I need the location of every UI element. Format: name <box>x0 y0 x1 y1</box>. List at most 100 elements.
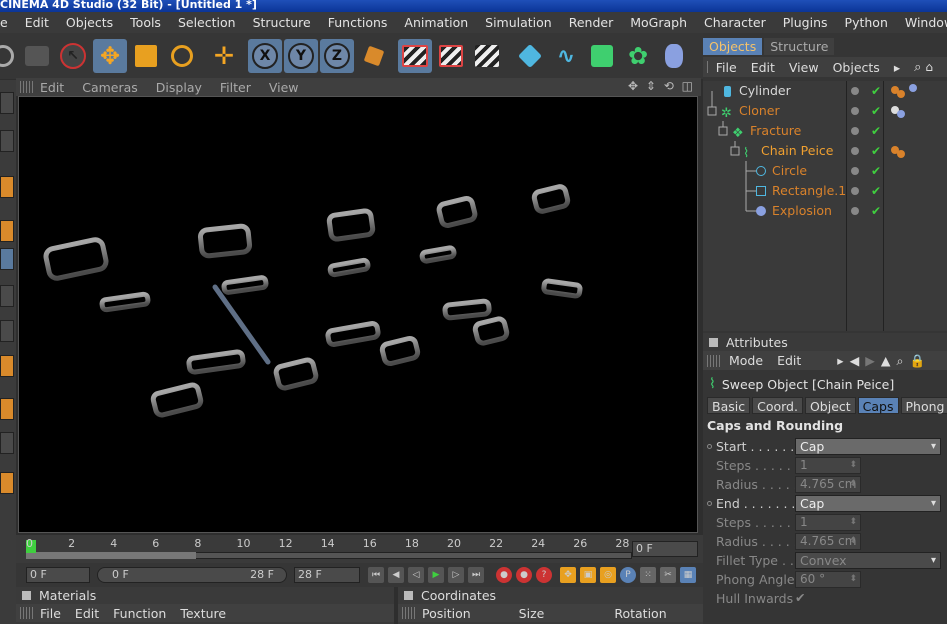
attr-checkbox[interactable]: ✔ <box>795 590 805 605</box>
tab-coord[interactable]: Coord. <box>752 397 803 414</box>
panel-grip[interactable] <box>707 61 708 73</box>
z-axis-button[interactable]: Z <box>320 39 354 73</box>
tweak-mode-button[interactable] <box>0 398 14 420</box>
panel-grip[interactable] <box>707 354 721 367</box>
goto-end-button[interactable]: ⏭ <box>468 567 484 583</box>
panel-grip[interactable] <box>20 607 34 619</box>
next-frame-button[interactable]: ▷ <box>448 567 464 583</box>
more-menu-icon[interactable]: ▸ <box>894 60 900 75</box>
prev-key-button[interactable]: ◀ <box>388 567 404 583</box>
materials-menu-texture[interactable]: Texture <box>180 606 226 621</box>
tab-basic[interactable]: Basic <box>707 397 751 414</box>
tab-structure[interactable]: Structure <box>764 38 835 55</box>
viewport-menu-filter[interactable]: Filter <box>220 80 251 95</box>
visibility-dot-icon[interactable] <box>851 127 859 135</box>
objects-menu-objects[interactable]: Objects <box>833 60 880 75</box>
viewport-menu-edit[interactable]: Edit <box>40 80 64 95</box>
attr-number-field[interactable]: 4.765 cm <box>795 533 861 550</box>
visibility-dot-icon[interactable] <box>851 87 859 95</box>
record-parameter-button[interactable]: P <box>620 567 636 583</box>
menu-render[interactable]: Render <box>559 15 621 30</box>
y-axis-button[interactable]: Y <box>284 39 318 73</box>
panel-toggle-icon[interactable] <box>709 337 718 347</box>
polygons-mode-button[interactable] <box>0 320 14 342</box>
sculpt-button[interactable] <box>0 472 14 494</box>
object-row-explosion[interactable]: Explosion <box>703 201 947 221</box>
attr-dropdown[interactable]: Cap <box>795 438 941 455</box>
search-icon[interactable]: ⌕ <box>914 60 921 75</box>
model-mode-button[interactable] <box>0 130 14 152</box>
attr-number-field[interactable]: 1 <box>795 457 861 474</box>
rotate-tool-button[interactable] <box>165 39 199 73</box>
menu-tools[interactable]: Tools <box>120 15 168 30</box>
panel-grip[interactable] <box>402 607 416 619</box>
objects-menu-edit[interactable]: Edit <box>751 60 775 75</box>
panel-toggle-icon[interactable] <box>404 591 413 600</box>
render-picture-viewer-button[interactable] <box>434 39 468 73</box>
enabled-check-icon[interactable]: ✔ <box>871 104 881 118</box>
enabled-check-icon[interactable]: ✔ <box>871 84 881 98</box>
objects-menu-file[interactable]: File <box>716 60 737 75</box>
tab-object[interactable]: Object <box>804 397 856 414</box>
tab-phong[interactable]: Phong <box>900 397 947 414</box>
more-menu-icon[interactable]: ▸ <box>837 353 843 368</box>
render-view-button[interactable] <box>398 39 432 73</box>
coord-system-button[interactable] <box>357 39 391 73</box>
object-row-rectangle[interactable]: Rectangle.1 <box>703 181 947 201</box>
menu-objects[interactable]: Objects <box>56 15 120 30</box>
enabled-check-icon[interactable]: ✔ <box>871 164 881 178</box>
menu-plugins[interactable]: Plugins <box>773 15 835 30</box>
visibility-dot-icon[interactable] <box>851 167 859 175</box>
menu-selection[interactable]: Selection <box>168 15 243 30</box>
autokey-button[interactable]: ● <box>516 567 532 583</box>
object-row-cloner[interactable]: ✲ Cloner <box>703 101 947 121</box>
forward-arrow-icon[interactable]: ▶ <box>865 353 875 368</box>
menu-functions[interactable]: Functions <box>318 15 395 30</box>
record-button[interactable]: ● <box>496 567 512 583</box>
animate-toggle-icon[interactable] <box>707 501 712 506</box>
materials-menu-function[interactable]: Function <box>113 606 166 621</box>
undo-button[interactable] <box>0 39 20 73</box>
enabled-check-icon[interactable]: ✔ <box>871 184 881 198</box>
record-position-button[interactable]: ✥ <box>560 567 576 583</box>
viewport-menu-display[interactable]: Display <box>156 80 202 95</box>
menu-structure[interactable]: Structure <box>243 15 318 30</box>
current-frame-field[interactable]: 0 F <box>632 541 698 557</box>
select-tool-button[interactable]: ↖ <box>56 39 90 73</box>
tab-caps[interactable]: Caps <box>857 397 899 414</box>
panel-toggle-icon[interactable] <box>22 591 31 600</box>
materials-menu-file[interactable]: File <box>40 606 61 621</box>
search-icon[interactable]: ⌕ <box>896 353 903 369</box>
points-mode-button[interactable] <box>0 248 14 270</box>
enabled-check-icon[interactable]: ✔ <box>871 204 881 218</box>
goto-start-button[interactable]: ⏮ <box>368 567 384 583</box>
workplane-button[interactable] <box>0 220 14 242</box>
render-settings-button[interactable] <box>470 39 504 73</box>
viewport-menu-cameras[interactable]: Cameras <box>82 80 138 95</box>
object-row-chain-peice[interactable]: ⌇ Chain Peice <box>703 141 947 161</box>
enabled-check-icon[interactable]: ✔ <box>871 124 881 138</box>
scheme-button[interactable]: ▦ <box>680 567 696 583</box>
attr-dropdown[interactable]: Cap <box>795 495 941 512</box>
attr-number-field[interactable]: 60 ° <box>795 571 861 588</box>
preview-range-slider[interactable]: 0 F 28 F <box>97 567 287 583</box>
record-pla-button[interactable]: ⁙ <box>640 567 656 583</box>
attributes-menu-edit[interactable]: Edit <box>777 353 801 368</box>
add-nurbs-button[interactable] <box>585 39 619 73</box>
up-arrow-icon[interactable]: ▲ <box>881 353 891 368</box>
redo-button[interactable] <box>20 39 54 73</box>
viewport-menu-view[interactable]: View <box>269 80 299 95</box>
3d-viewport[interactable] <box>18 96 698 533</box>
visibility-dot-icon[interactable] <box>851 107 859 115</box>
tag-icon[interactable] <box>897 150 905 158</box>
animate-toggle-icon[interactable] <box>707 444 712 449</box>
record-scale-button[interactable]: ▣ <box>580 567 596 583</box>
add-cube-button[interactable] <box>513 39 547 73</box>
add-array-button[interactable]: ✿ <box>621 39 655 73</box>
enabled-check-icon[interactable]: ✔ <box>871 144 881 158</box>
attr-number-field[interactable]: 4.765 cm <box>795 476 861 493</box>
start-frame-field[interactable]: 0 F <box>26 567 90 583</box>
menu-python[interactable]: Python <box>835 15 895 30</box>
menu-window[interactable]: Window <box>895 15 947 30</box>
snap-button[interactable] <box>0 432 14 454</box>
